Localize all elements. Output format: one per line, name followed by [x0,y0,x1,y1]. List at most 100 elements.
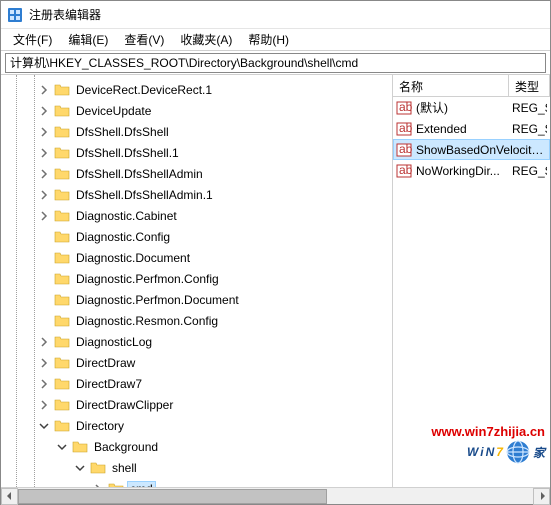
svg-text:ab: ab [399,100,412,114]
value-type: REG_SZ [512,164,547,178]
title-bar: 注册表编辑器 [1,1,550,29]
address-bar [1,51,550,75]
string-value-icon: ab [396,121,412,137]
chevron-right-icon[interactable] [91,482,105,488]
scroll-track[interactable] [18,488,533,505]
tree-item-label: Directory [73,419,127,433]
list-row[interactable]: ab(默认)REG_SZ [393,97,550,118]
tree-item[interactable]: DirectDraw [1,352,392,373]
folder-icon [90,460,106,476]
tree-item[interactable]: DirectDraw7 [1,373,392,394]
menu-bar: 文件(F) 编辑(E) 查看(V) 收藏夹(A) 帮助(H) [1,29,550,51]
tree-item[interactable]: DfsShell.DfsShell [1,121,392,142]
tree-item[interactable]: Diagnostic.Config [1,226,392,247]
tree-item[interactable]: DfsShell.DfsShellAdmin [1,163,392,184]
tree-item-label: DfsShell.DfsShell.1 [73,146,182,160]
svg-text:ab: ab [399,142,412,156]
tree-item[interactable]: DeviceRect.DeviceRect.1 [1,79,392,100]
menu-help[interactable]: 帮助(H) [240,29,297,50]
folder-icon [54,292,70,308]
tree-item[interactable]: shell [1,457,392,478]
chevron-right-icon[interactable] [37,188,51,202]
tree-item-label: Diagnostic.Perfmon.Document [73,293,242,307]
chevron-down-icon[interactable] [55,440,69,454]
chevron-right-icon[interactable] [37,335,51,349]
tree-item-label: DfsShell.DfsShell [73,125,172,139]
horizontal-scrollbar[interactable] [1,487,550,504]
tree-item[interactable]: Diagnostic.Perfmon.Document [1,289,392,310]
tree-item-label: DirectDrawClipper [73,398,176,412]
list-body[interactable]: ab(默认)REG_SZabExtendedREG_SZabShowBasedO… [393,97,550,487]
tree-pane[interactable]: DeviceRect.DeviceRect.1 DeviceUpdate DfsSh… [1,75,393,487]
scroll-right-button[interactable] [533,488,550,505]
tree-item-label: Diagnostic.Document [73,251,193,265]
menu-edit[interactable]: 编辑(E) [60,29,116,50]
chevron-right-icon[interactable] [37,209,51,223]
string-value-icon: ab [396,100,412,116]
folder-icon [54,103,70,119]
tree-item[interactable]: DiagnosticLog [1,331,392,352]
folder-icon [54,124,70,140]
main-area: DeviceRect.DeviceRect.1 DeviceUpdate DfsSh… [1,75,550,487]
menu-view[interactable]: 查看(V) [116,29,172,50]
folder-icon [54,208,70,224]
list-row[interactable]: abShowBasedOnVelocityId [393,139,550,160]
scroll-left-button[interactable] [1,488,18,505]
tree-item[interactable]: Diagnostic.Perfmon.Config [1,268,392,289]
tree-item-label: DeviceUpdate [73,104,154,118]
chevron-right-icon[interactable] [37,167,51,181]
folder-icon [54,397,70,413]
tree-item[interactable]: DirectDrawClipper [1,394,392,415]
list-row[interactable]: ab ExtendedREG_SZ [393,118,550,139]
folder-icon [108,481,124,488]
tree-item-label: Diagnostic.Cabinet [73,209,180,223]
list-header: 名称 类型 [393,75,550,97]
tree-item[interactable]: cmd [1,478,392,487]
chevron-right-icon[interactable] [37,104,51,118]
chevron-right-icon[interactable] [37,125,51,139]
list-row[interactable]: ab NoWorkingDir...REG_SZ [393,160,550,181]
folder-icon [54,229,70,245]
menu-file[interactable]: 文件(F) [5,29,60,50]
tree-item[interactable]: Background [1,436,392,457]
tree-item[interactable]: DeviceUpdate [1,100,392,121]
folder-icon [54,82,70,98]
list-pane: 名称 类型 ab(默认)REG_SZabExtendedREG_SZabShow… [393,75,550,487]
tree-item-label: DeviceRect.DeviceRect.1 [73,83,215,97]
tree-item-label: DiagnosticLog [73,335,155,349]
folder-icon [72,439,88,455]
value-type: REG_SZ [512,122,547,136]
folder-icon [54,145,70,161]
menu-favorites[interactable]: 收藏夹(A) [172,29,240,50]
tree-item[interactable]: DfsShell.DfsShellAdmin.1 [1,184,392,205]
chevron-down-icon[interactable] [37,419,51,433]
string-value-icon: ab [396,142,412,158]
col-header-type[interactable]: 类型 [509,75,550,96]
tree-item[interactable]: DfsShell.DfsShell.1 [1,142,392,163]
value-name: Extended [416,122,512,136]
folder-icon [54,250,70,266]
chevron-right-icon[interactable] [37,83,51,97]
string-value-icon: ab [396,163,412,179]
chevron-down-icon[interactable] [73,461,87,475]
folder-icon [54,271,70,287]
scroll-thumb[interactable] [18,489,327,504]
address-input[interactable] [5,53,546,73]
tree-item-label: DfsShell.DfsShellAdmin [73,167,206,181]
value-name: NoWorkingDir... [416,164,512,178]
col-header-name[interactable]: 名称 [393,75,509,96]
svg-text:ab: ab [399,121,412,135]
svg-text:ab: ab [399,163,412,177]
chevron-right-icon[interactable] [37,356,51,370]
tree-item[interactable]: Diagnostic.Cabinet [1,205,392,226]
chevron-right-icon[interactable] [37,377,51,391]
window-title: 注册表编辑器 [29,6,101,23]
tree-item[interactable]: Directory [1,415,392,436]
tree-item[interactable]: Diagnostic.Resmon.Config [1,310,392,331]
tree-item-label: DirectDraw [73,356,138,370]
chevron-right-icon[interactable] [37,146,51,160]
tree-item-label: DfsShell.DfsShellAdmin.1 [73,188,216,202]
tree-item-label: Background [91,440,161,454]
tree-item[interactable]: Diagnostic.Document [1,247,392,268]
chevron-right-icon[interactable] [37,398,51,412]
